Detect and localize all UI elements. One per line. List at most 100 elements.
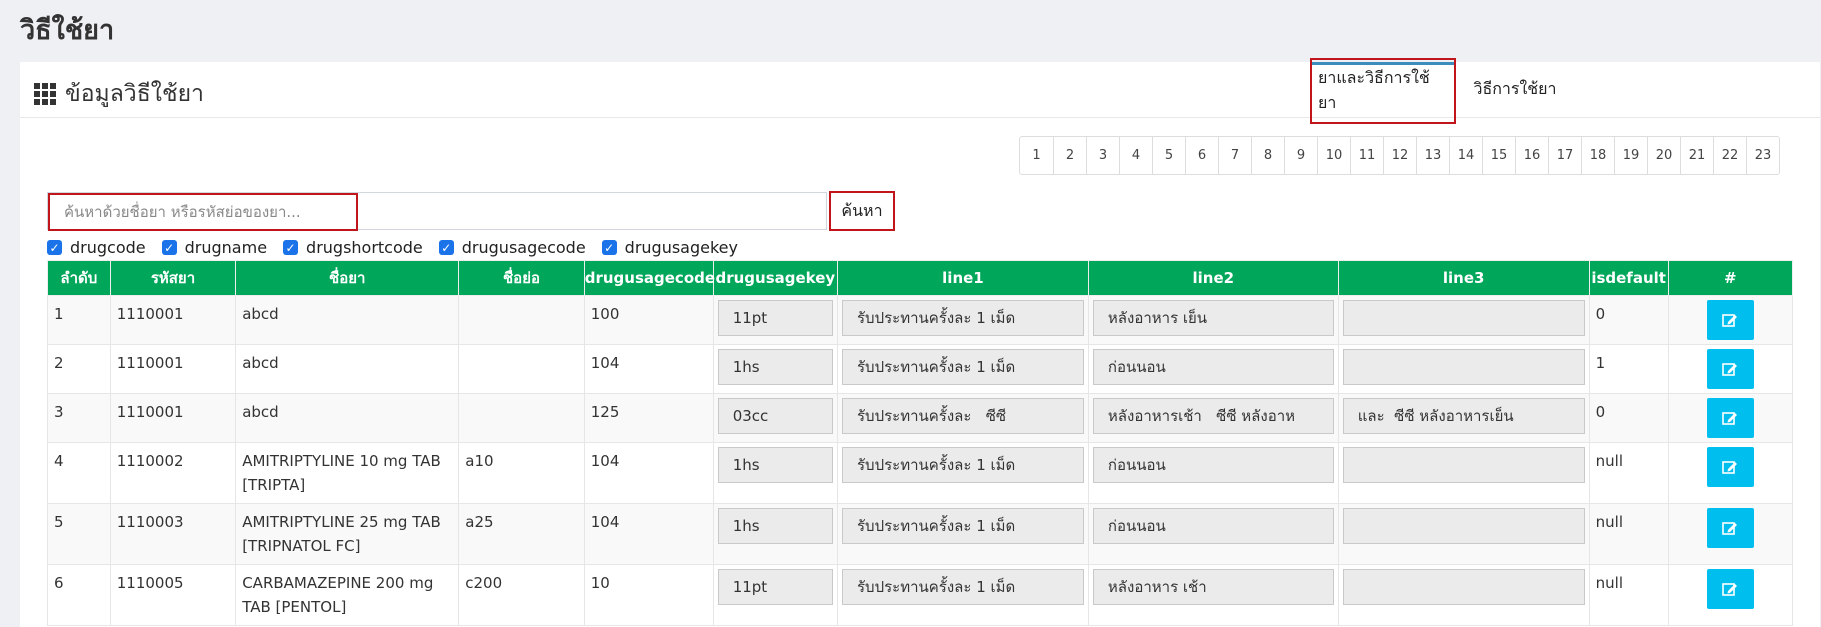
cell-code: 1110001 bbox=[109, 393, 237, 443]
cell-isdefault: 1 bbox=[1588, 344, 1669, 394]
cell-isdefault: 0 bbox=[1588, 393, 1669, 443]
column-toggle-drugshortcode[interactable]: ✓ drugshortcode bbox=[283, 238, 423, 257]
page-link[interactable]: 13 bbox=[1416, 137, 1449, 174]
line3-input[interactable] bbox=[1342, 398, 1585, 434]
edit-button[interactable] bbox=[1706, 569, 1754, 609]
page-link[interactable]: 6 bbox=[1185, 137, 1218, 174]
cell-line1 bbox=[836, 503, 1089, 565]
page-link[interactable]: 23 bbox=[1746, 137, 1779, 174]
cell-short: a25 bbox=[458, 503, 585, 565]
cell-actions bbox=[1667, 442, 1794, 504]
line3-input[interactable] bbox=[1342, 508, 1585, 544]
page-link[interactable]: 5 bbox=[1152, 137, 1185, 174]
line2-input[interactable] bbox=[1092, 569, 1334, 605]
page-link[interactable]: 10 bbox=[1317, 137, 1350, 174]
page-link[interactable]: 19 bbox=[1614, 137, 1647, 174]
panel-title: ข้อมูลวิธีใช้ยา bbox=[34, 76, 204, 112]
page-link[interactable]: 1 bbox=[1020, 137, 1053, 174]
page-link[interactable]: 15 bbox=[1482, 137, 1515, 174]
edit-button[interactable] bbox=[1706, 349, 1754, 389]
page-link[interactable]: 7 bbox=[1218, 137, 1251, 174]
page-link[interactable]: 21 bbox=[1680, 137, 1713, 174]
column-header: รหัสยา bbox=[109, 260, 237, 296]
line1-input[interactable] bbox=[841, 300, 1084, 336]
line2-input[interactable] bbox=[1092, 349, 1334, 385]
column-header: drugusagekey bbox=[712, 260, 838, 296]
checkbox-icon[interactable]: ✓ bbox=[283, 240, 299, 255]
column-toggle-drugusagekey[interactable]: ✓ drugusagekey bbox=[601, 238, 738, 257]
table-row: 4 1110002 AMITRIPTYLINE 10 mg TAB [TRIPTA]… bbox=[47, 442, 1794, 504]
cell-isdefault: 0 bbox=[1588, 295, 1669, 345]
tab-drug-and-usage-label: ยาและวิธีการใช้ยา bbox=[1310, 58, 1456, 124]
cell-usagecode: 104 bbox=[583, 503, 714, 565]
line2-input[interactable] bbox=[1092, 300, 1334, 336]
cell-line3 bbox=[1337, 503, 1590, 565]
checkbox-icon[interactable]: ✓ bbox=[601, 240, 617, 255]
cell-line1 bbox=[836, 442, 1089, 504]
cell-actions bbox=[1667, 503, 1794, 565]
usagekey-input[interactable] bbox=[717, 398, 833, 434]
cell-line2 bbox=[1087, 442, 1339, 504]
search-input[interactable] bbox=[48, 193, 358, 231]
line3-input[interactable] bbox=[1342, 447, 1585, 483]
page-title: วิธีใช้ยา bbox=[20, 15, 115, 46]
checkbox-icon[interactable]: ✓ bbox=[161, 240, 177, 255]
line3-input[interactable] bbox=[1342, 349, 1585, 385]
cell-isdefault: null bbox=[1588, 442, 1669, 504]
cell-short bbox=[458, 295, 585, 345]
column-toggle-drugname[interactable]: ✓ drugname bbox=[161, 238, 267, 257]
page-link[interactable]: 20 bbox=[1647, 137, 1680, 174]
page-link[interactable]: 12 bbox=[1383, 137, 1416, 174]
page-link[interactable]: 2 bbox=[1053, 137, 1086, 174]
page-link[interactable]: 14 bbox=[1449, 137, 1482, 174]
page-link[interactable]: 9 bbox=[1284, 137, 1317, 174]
cell-line2 bbox=[1087, 393, 1339, 443]
line1-input[interactable] bbox=[841, 398, 1084, 434]
column-toggle-label: drugcode bbox=[70, 238, 146, 257]
page-link[interactable]: 17 bbox=[1548, 137, 1581, 174]
cell-name: CARBAMAZEPINE 200 mg TAB [PENTOL] bbox=[235, 564, 460, 626]
page-link[interactable]: 8 bbox=[1251, 137, 1284, 174]
line1-input[interactable] bbox=[841, 447, 1084, 483]
line3-input[interactable] bbox=[1342, 569, 1585, 605]
line1-input[interactable] bbox=[841, 508, 1084, 544]
tab-usage[interactable]: วิธีการใช้ยา bbox=[1456, 62, 1574, 117]
cell-isdefault: null bbox=[1588, 503, 1669, 565]
line3-input[interactable] bbox=[1342, 300, 1585, 336]
line2-input[interactable] bbox=[1092, 508, 1334, 544]
line1-input[interactable] bbox=[841, 349, 1084, 385]
column-toggle-drugusagecode[interactable]: ✓ drugusagecode bbox=[438, 238, 586, 257]
usagekey-input[interactable] bbox=[717, 447, 833, 483]
line1-input[interactable] bbox=[841, 569, 1084, 605]
edit-button[interactable] bbox=[1706, 398, 1754, 438]
tab-drug-and-usage[interactable]: ยาและวิธีการใช้ยา bbox=[1310, 58, 1456, 124]
page-link[interactable]: 22 bbox=[1713, 137, 1746, 174]
cell-usagecode: 10 bbox=[583, 564, 714, 626]
table-row: 2 1110001 abcd 104 1 bbox=[47, 344, 1794, 394]
page-link[interactable]: 18 bbox=[1581, 137, 1614, 174]
checkbox-icon[interactable]: ✓ bbox=[47, 240, 62, 255]
cell-name: AMITRIPTYLINE 25 mg TAB [TRIPNATOL FC] bbox=[235, 503, 460, 565]
usagekey-input[interactable] bbox=[717, 300, 833, 336]
cell-actions bbox=[1667, 393, 1794, 443]
edit-button[interactable] bbox=[1706, 508, 1754, 548]
edit-button[interactable] bbox=[1706, 447, 1754, 487]
edit-button[interactable] bbox=[1706, 300, 1754, 340]
usagekey-input[interactable] bbox=[717, 508, 833, 544]
usagekey-input[interactable] bbox=[717, 569, 833, 605]
column-toggle-drugcode[interactable]: ✓ drugcode bbox=[47, 238, 146, 257]
cell-usagekey bbox=[712, 503, 838, 565]
line2-input[interactable] bbox=[1092, 447, 1334, 483]
checkbox-icon[interactable]: ✓ bbox=[438, 240, 454, 255]
page-link[interactable]: 11 bbox=[1350, 137, 1383, 174]
page-link[interactable]: 4 bbox=[1119, 137, 1152, 174]
page-link[interactable]: 3 bbox=[1086, 137, 1119, 174]
line2-input[interactable] bbox=[1092, 398, 1334, 434]
column-header: isdefault bbox=[1588, 260, 1669, 296]
column-header: line1 bbox=[836, 260, 1089, 296]
table-row: 6 1110005 CARBAMAZEPINE 200 mg TAB [PENTOL… bbox=[47, 564, 1794, 626]
panel-title-text: ข้อมูลวิธีใช้ยา bbox=[65, 81, 204, 107]
page-link[interactable]: 16 bbox=[1515, 137, 1548, 174]
usagekey-input[interactable] bbox=[717, 349, 833, 385]
search-button[interactable]: ค้นหา bbox=[829, 191, 895, 231]
